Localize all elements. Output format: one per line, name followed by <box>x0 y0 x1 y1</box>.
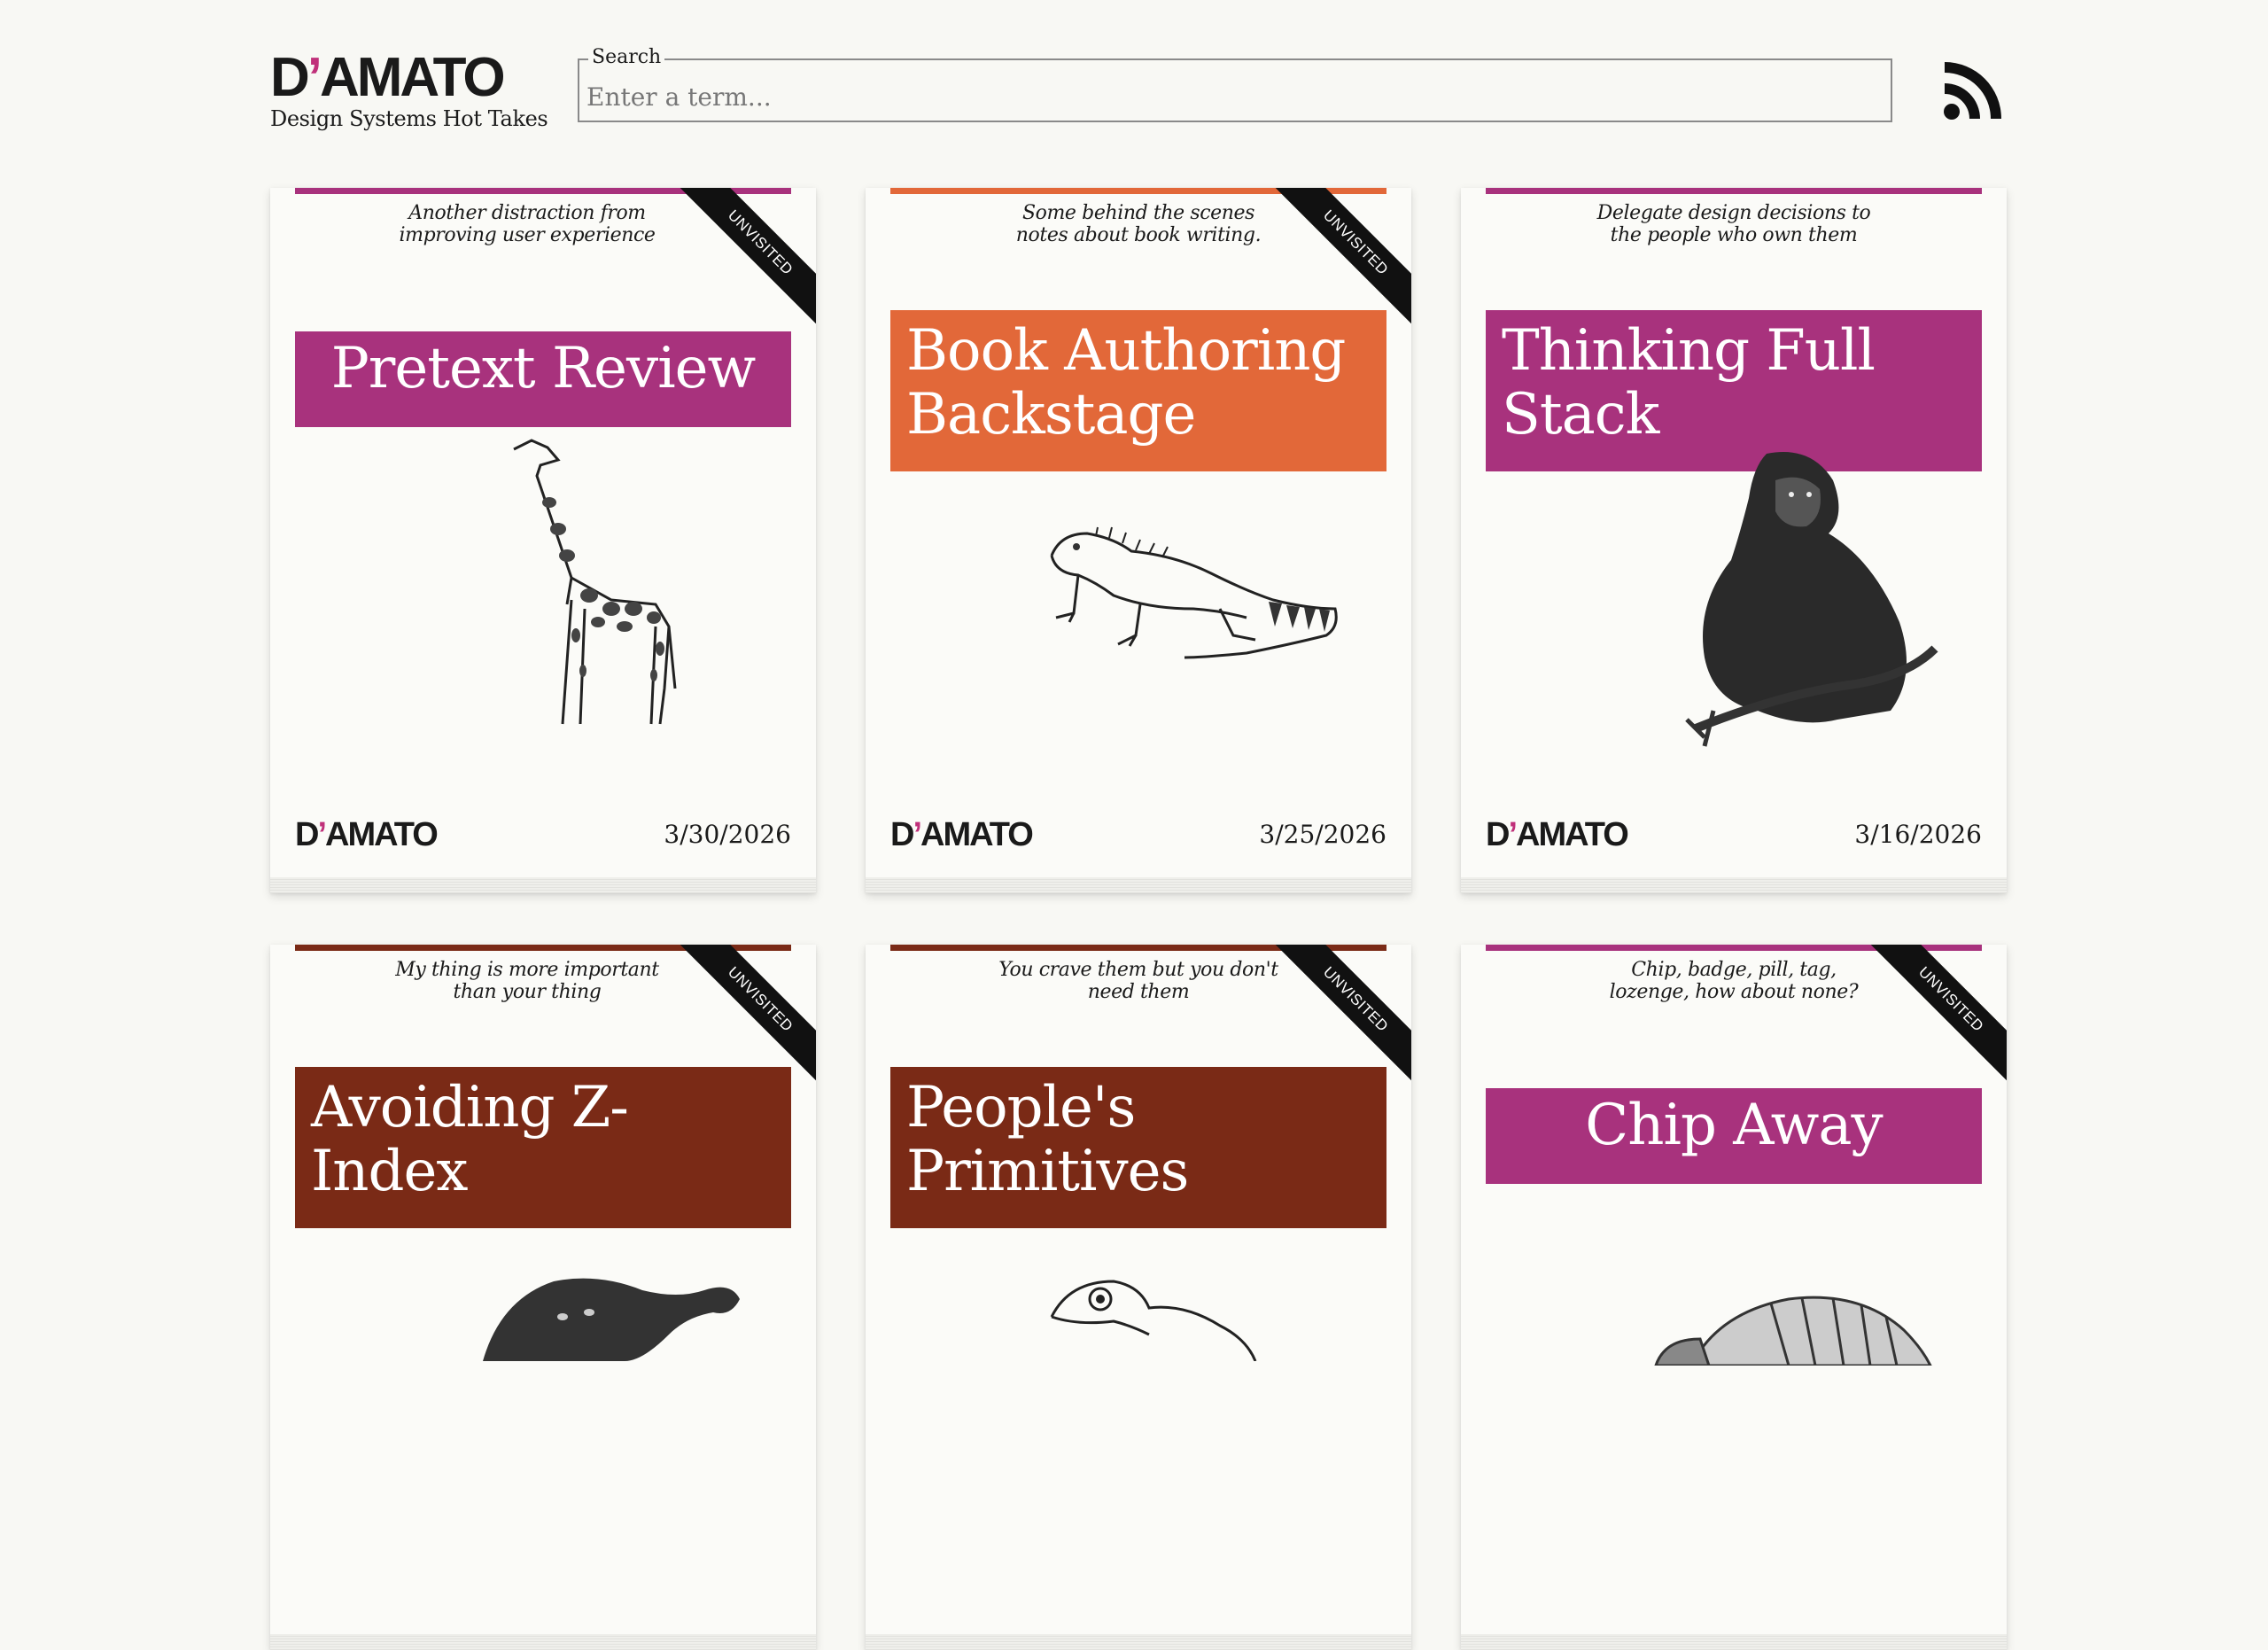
unvisited-ribbon: UNVISITED <box>1270 945 1411 1085</box>
post-card[interactable]: Chip, badge, pill, tag, lozenge, how abo… <box>1461 945 2007 1650</box>
card-title: Book Authoring Backstage <box>890 310 1386 471</box>
unvisited-ribbon: UNVISITED <box>675 188 816 328</box>
post-card[interactable]: You crave them but you don't need them U… <box>866 945 1411 1650</box>
card-tagline: My thing is more important than your thi… <box>395 959 659 1003</box>
iguana-illustration <box>1050 526 1338 659</box>
card-date: 3/25/2026 <box>1259 820 1386 849</box>
post-card[interactable]: Delegate design decisions to the people … <box>1461 188 2007 893</box>
unvisited-ribbon: UNVISITED <box>675 945 816 1085</box>
search-input[interactable] <box>585 76 1882 117</box>
post-card[interactable]: My thing is more important than your thi… <box>270 945 816 1650</box>
armadillo-illustration <box>1654 1296 1932 1366</box>
card-logo: D’AMATO <box>1486 816 1629 853</box>
stingray-illustration <box>483 1278 740 1361</box>
card-page-edges <box>866 877 1411 893</box>
giraffe-illustration <box>513 439 677 725</box>
gorilla-illustration <box>1685 452 1938 747</box>
card-tagline: You crave them but you don't need them <box>998 959 1278 1003</box>
card-tagline: Another distraction from improving user … <box>399 202 656 246</box>
card-page-edges <box>1461 1634 2007 1650</box>
unvisited-ribbon: UNVISITED <box>1270 188 1411 328</box>
lizard-illustration <box>1050 1280 1257 1361</box>
site-brand[interactable]: D’AMATO Design Systems Hot Takes <box>270 51 548 132</box>
card-date: 3/30/2026 <box>664 820 791 849</box>
card-page-edges <box>1461 877 2007 893</box>
card-page-edges <box>270 877 816 893</box>
site-tagline: Design Systems Hot Takes <box>270 106 548 131</box>
card-date: 3/16/2026 <box>1854 820 1982 849</box>
card-logo: D’AMATO <box>295 816 439 853</box>
card-tagline: Delegate design decisions to the people … <box>1596 202 1871 246</box>
site-header: D’AMATO Design Systems Hot Takes Search <box>270 46 2007 132</box>
card-page-edges <box>270 1634 816 1650</box>
card-logo: D’AMATO <box>890 816 1034 853</box>
card-page-edges <box>866 1634 1411 1650</box>
card-top-bar <box>1486 188 1982 194</box>
card-tagline: Chip, badge, pill, tag, lozenge, how abo… <box>1609 959 1859 1003</box>
card-title: Chip Away <box>1486 1088 1982 1184</box>
search-field: Search <box>578 46 1896 129</box>
post-card[interactable]: Another distraction from improving user … <box>270 188 816 893</box>
card-title: Avoiding Z-Index <box>295 1067 791 1228</box>
card-title: Pretext Review <box>295 331 791 427</box>
site-logo[interactable]: D’AMATO <box>270 51 548 105</box>
search-label: Search <box>588 46 665 69</box>
rss-icon[interactable] <box>1943 62 2001 121</box>
card-title: People's Primitives <box>890 1067 1386 1228</box>
unvisited-ribbon: UNVISITED <box>1866 945 2007 1085</box>
post-card[interactable]: Some behind the scenes notes about book … <box>866 188 1411 893</box>
card-tagline: Some behind the scenes notes about book … <box>1015 202 1262 246</box>
